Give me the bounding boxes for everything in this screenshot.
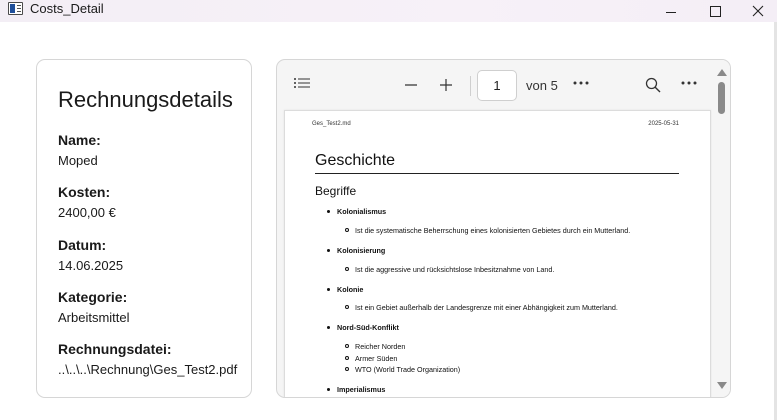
- term-description: Armer Süden: [355, 354, 398, 363]
- maximize-icon: [709, 5, 721, 17]
- field-label: Kosten:: [58, 184, 111, 200]
- page-options-button[interactable]: [573, 79, 589, 87]
- minus-icon: [405, 84, 417, 86]
- search-button[interactable]: [644, 76, 662, 94]
- zoom-out-button[interactable]: [403, 77, 419, 93]
- pdf-page: Ges_Test2.md 2025-05-31 Geschichte Begri…: [284, 110, 711, 397]
- bullet: [327, 249, 330, 252]
- search-icon: [645, 77, 661, 93]
- bullet: [327, 210, 330, 213]
- sub-bullet: [345, 305, 349, 309]
- field-value: 14.06.2025: [58, 258, 124, 273]
- window-title: Costs_Detail: [30, 1, 104, 16]
- field-value: 2400,00 €: [58, 205, 116, 220]
- details-heading: Rechnungsdetails: [58, 87, 233, 112]
- term-item: Nord-Süd-Konflikt: [337, 323, 399, 332]
- term-description: Ist die systematische Beherrschung eines…: [355, 226, 631, 235]
- field-name: Name: Moped: [58, 132, 101, 168]
- sub-bullet: [345, 356, 349, 360]
- document-date: 2025-05-31: [648, 121, 679, 127]
- scroll-up-arrow-icon[interactable]: [717, 69, 727, 76]
- pdf-toolbar: von 5: [277, 60, 712, 110]
- term-item: Kolonisierung: [337, 246, 386, 255]
- term-description: WTO (World Trade Organization): [355, 365, 461, 374]
- document-subheading: Begriffe: [315, 184, 357, 198]
- field-label: Kategorie:: [58, 289, 128, 305]
- table-of-contents-button[interactable]: [293, 77, 311, 91]
- close-icon: [752, 5, 764, 17]
- field-value: ..\..\..\Rechnung\Ges_Test2.pdf: [58, 362, 238, 377]
- field-value: Moped: [58, 153, 98, 168]
- term-description: Ist ein Gebiet außerhalb der Landesgrenz…: [355, 303, 618, 312]
- toolbar-separator: [470, 76, 471, 96]
- scroll-down-arrow-icon[interactable]: [717, 382, 727, 389]
- sub-bullet: [345, 228, 349, 232]
- sub-bullet: [345, 367, 349, 371]
- bullet: [327, 288, 330, 291]
- term-description: Reicher Norden: [355, 342, 406, 351]
- pdf-viewer: von 5 Ges_Test2.md 2025-05-31 Geschichte…: [276, 59, 731, 398]
- bullet: [327, 388, 330, 391]
- field-cost: Kosten: 2400,00 €: [58, 184, 116, 220]
- field-label: Rechnungsdatei:: [58, 341, 172, 357]
- document-filename: Ges_Test2.md: [312, 121, 351, 127]
- sub-bullet: [345, 344, 349, 348]
- maximize-button[interactable]: [692, 0, 738, 22]
- invoice-details-card: Rechnungsdetails Name: Moped Kosten: 240…: [36, 59, 252, 398]
- heading-rule: [315, 173, 679, 174]
- document-heading: Geschichte: [315, 152, 396, 169]
- more-icon: [681, 81, 697, 85]
- scrollbar-thumb[interactable]: [718, 82, 725, 114]
- app-icon: [8, 2, 23, 15]
- field-label: Datum:: [58, 237, 107, 253]
- minimize-icon: [666, 11, 676, 13]
- field-label: Name:: [58, 132, 101, 148]
- more-icon: [573, 81, 589, 85]
- term-item: Kolonie: [337, 285, 364, 294]
- term-item: Kolonialismus: [337, 207, 387, 216]
- sub-bullet: [345, 267, 349, 271]
- bullet: [327, 326, 330, 329]
- field-date: Datum: 14.06.2025: [58, 237, 123, 273]
- page-number-input[interactable]: [477, 70, 517, 101]
- more-options-button[interactable]: [681, 79, 697, 87]
- field-value: Arbeitsmittel: [58, 310, 130, 325]
- term-description: Ist die aggressive und rücksichtslose In…: [355, 265, 555, 274]
- field-invoice-file: Rechnungsdatei: ..\..\..\Rechnung\Ges_Te…: [58, 341, 237, 377]
- list-icon: [294, 78, 310, 88]
- page-total-label: von 5: [526, 78, 558, 93]
- term-item: Imperialismus: [337, 385, 386, 394]
- vertical-scrollbar[interactable]: [712, 60, 730, 397]
- minimize-button[interactable]: [648, 0, 694, 22]
- plus-icon: [440, 79, 452, 91]
- field-category: Kategorie: Arbeitsmittel: [58, 289, 130, 325]
- close-button[interactable]: [735, 0, 777, 22]
- zoom-in-button[interactable]: [438, 77, 454, 93]
- title-bar: Costs_Detail: [0, 0, 777, 22]
